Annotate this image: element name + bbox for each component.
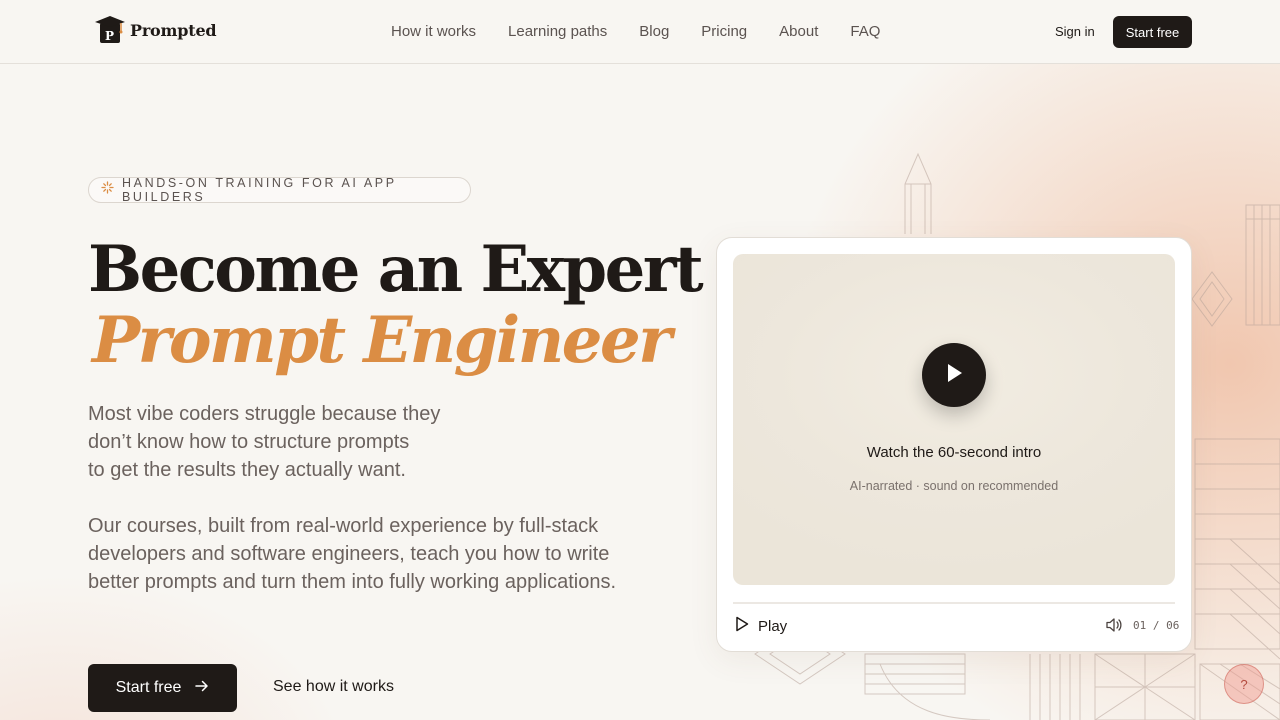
play-icon [944,362,964,389]
hero-paragraph-1: Most vibe coders struggle because they d… [88,403,441,481]
start-free-button[interactable]: Start free [88,664,237,712]
eyebrow-badge: HANDS-ON TRAINING FOR AI APP BUILDERS [88,176,471,204]
video-player[interactable]: Watch the 60-second intro AI-narrated · … [733,254,1175,585]
brand-logo[interactable]: P Prompted [94,15,217,45]
hero-title-line1: Become an Expert [88,232,704,307]
play-label: Play [758,618,788,635]
volume-icon[interactable] [1105,617,1123,638]
top-navigation: P Prompted How it works Learning paths B… [0,0,1280,64]
brand-name: Prompted [130,20,217,40]
eyebrow-text: HANDS-ON TRAINING FOR AI APP BUILDERS [122,176,397,204]
play-control[interactable]: Play [735,616,787,637]
nav-links: How it works Learning paths Blog Pricing… [391,23,880,40]
video-subtitle: AI-narrated · sound on recommended [849,479,1059,493]
sign-in-link[interactable]: Sign in [1055,24,1095,39]
play-icon [735,616,749,637]
start-free-label: Start free [115,679,182,696]
help-button[interactable]: ? [1224,664,1264,704]
video-progress-bar[interactable] [733,602,1175,604]
video-title: Watch the 60-second intro [866,444,1042,461]
intro-video-card: Watch the 60-second intro AI-narrated · … [716,237,1192,652]
nav-link-pricing[interactable]: Pricing [701,23,747,40]
hero-title-line2: Prompt Engineer [92,303,672,378]
play-button-large[interactable] [922,343,986,407]
nav-link-learning-paths[interactable]: Learning paths [508,23,607,40]
see-how-it-works-link[interactable]: See how it works [273,678,394,696]
nav-link-about[interactable]: About [779,23,818,40]
slide-counter: 01 / 06 [1133,619,1180,632]
sparkle-icon [101,181,114,199]
nav-link-faq[interactable]: FAQ [850,23,880,40]
svg-text:P: P [105,29,114,43]
hero-paragraph-2: Our courses, built from real-world exper… [88,515,617,593]
nav-link-blog[interactable]: Blog [639,23,669,40]
nav-link-how-it-works[interactable]: How it works [391,23,476,40]
start-free-nav-button[interactable]: Start free [1113,16,1192,48]
arrow-right-icon [195,679,209,697]
graduation-cap-icon: P [94,15,126,45]
